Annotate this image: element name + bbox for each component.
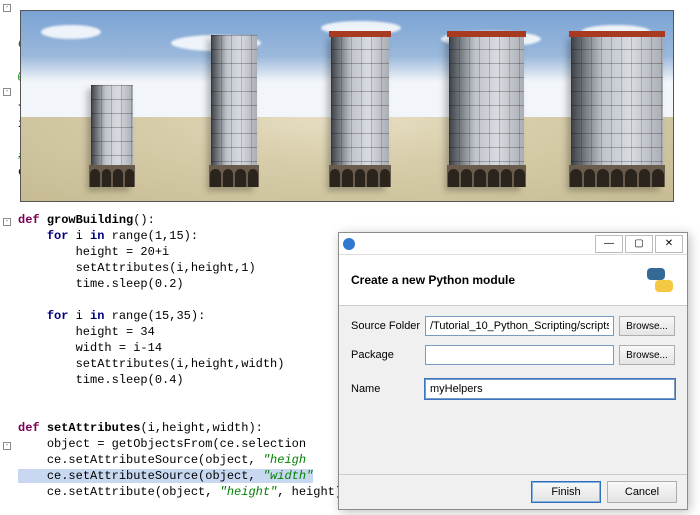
package-input[interactable] xyxy=(425,345,614,365)
close-button[interactable]: ✕ xyxy=(655,235,683,253)
titlebar[interactable]: — ▢ ✕ xyxy=(339,233,687,255)
name-label: Name xyxy=(351,383,425,395)
python-icon xyxy=(645,265,675,295)
dialog-title: Create a new Python module xyxy=(351,273,645,287)
app-icon xyxy=(343,238,355,250)
name-input[interactable] xyxy=(425,379,675,399)
minimize-button[interactable]: — xyxy=(595,235,623,253)
source-folder-label: Source Folder xyxy=(351,320,425,332)
viewport-3d[interactable] xyxy=(20,10,674,202)
browse-source-button[interactable]: Browse... xyxy=(619,316,675,336)
source-folder-input[interactable] xyxy=(425,316,614,336)
new-python-module-dialog: — ▢ ✕ Create a new Python module Source … xyxy=(338,232,688,510)
browse-package-button[interactable]: Browse... xyxy=(619,345,675,365)
maximize-button[interactable]: ▢ xyxy=(625,235,653,253)
cancel-button[interactable]: Cancel xyxy=(607,481,677,503)
finish-button[interactable]: Finish xyxy=(531,481,601,503)
package-label: Package xyxy=(351,349,425,361)
